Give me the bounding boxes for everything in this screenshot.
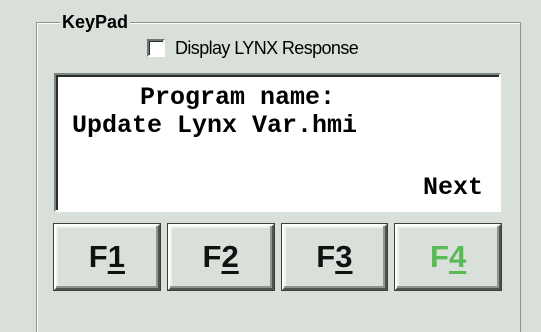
display-line-3: Next [422,173,483,202]
function-key-row: F1 F2 F3 F4 [54,224,501,290]
f2-button-mnemonic: 2 [221,239,239,274]
f4-button[interactable]: F4 [395,224,501,290]
f2-button-prefix: F [202,239,222,274]
f4-button-mnemonic: 4 [448,239,467,274]
f3-button-mnemonic: 3 [335,239,353,274]
display-response-option[interactable]: Display LYNX Response [147,36,359,60]
display-response-label: Display LYNX Response [175,38,359,58]
keypad-group-title: KeyPad [60,11,131,33]
f4-button-prefix: F [430,239,449,274]
keypad-display: Program name: Update Lynx Var.hmi Next [54,73,501,212]
display-line-2: Update Lynx Var.hmi [72,111,358,140]
f3-button-prefix: F [316,239,336,274]
f1-button[interactable]: F1 [54,224,160,290]
display-line-1: Program name: [140,83,336,112]
f3-button[interactable]: F3 [281,224,388,290]
f1-button-prefix: F [88,239,108,274]
f2-button[interactable]: F2 [167,224,274,290]
f1-button-mnemonic: 1 [107,239,125,274]
display-response-checkbox[interactable] [147,39,165,57]
